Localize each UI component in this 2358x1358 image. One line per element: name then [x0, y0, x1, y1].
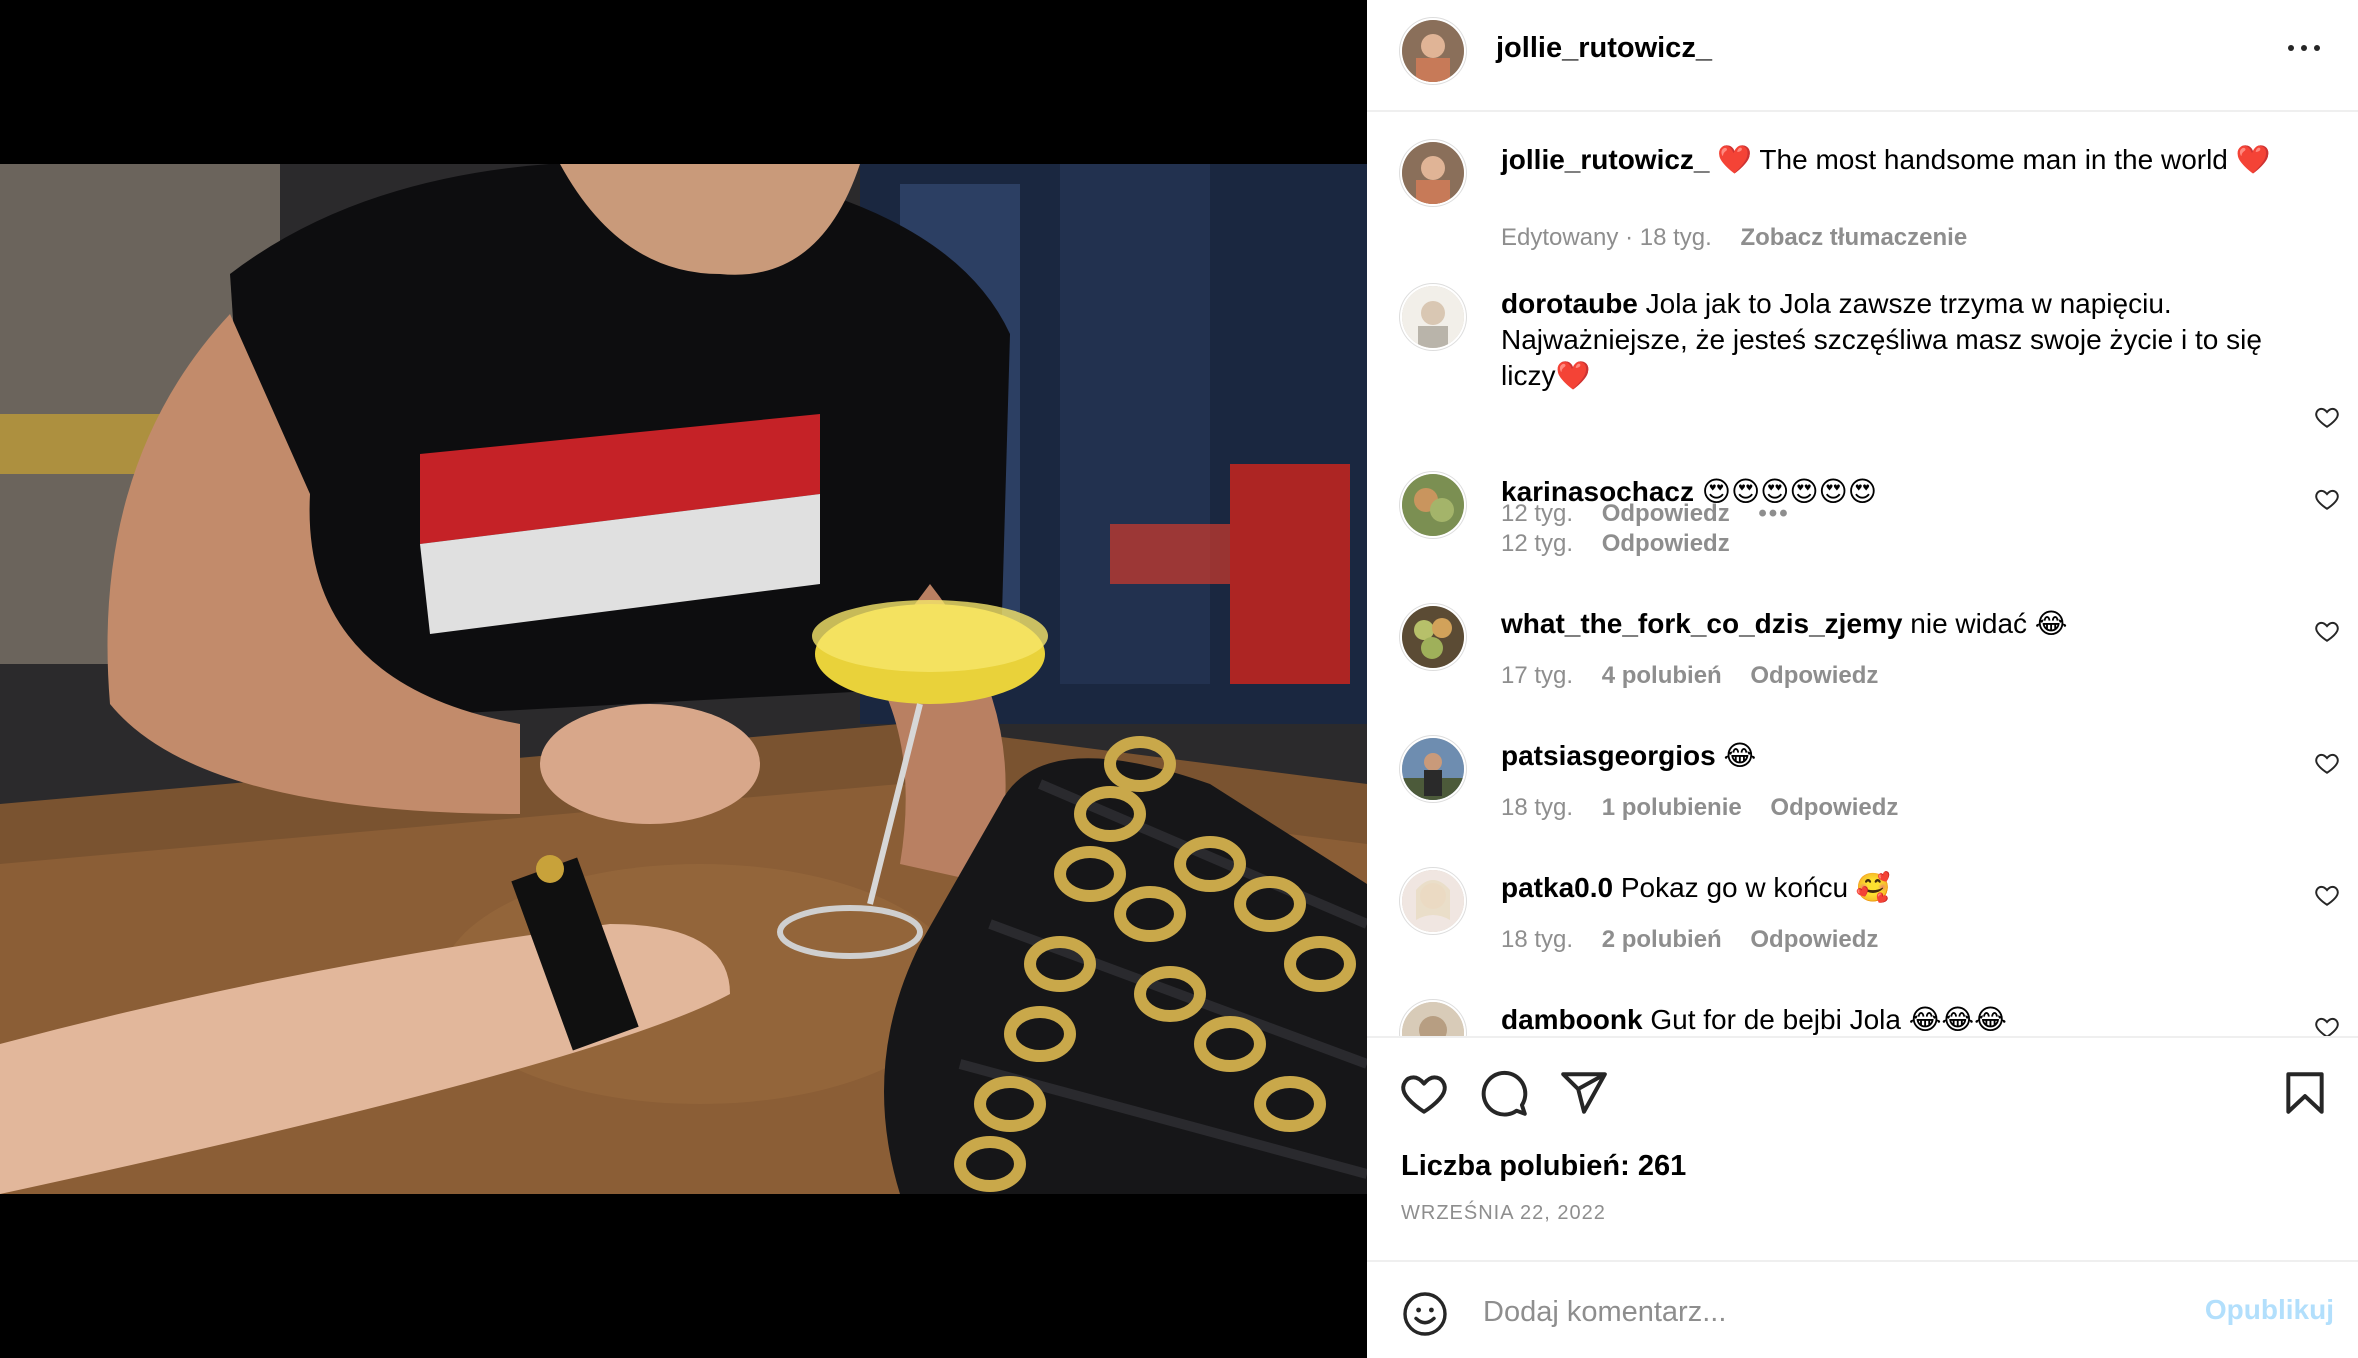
comment-like-heart-icon[interactable] [2314, 750, 2340, 776]
comment-text: patka0.0 Pokaz go w końcu 🥰 [1501, 870, 2301, 906]
smiley-icon[interactable] [1401, 1290, 1449, 1338]
commenter-avatar[interactable] [1402, 606, 1464, 668]
reply-button[interactable]: Odpowiedz [1750, 926, 1878, 953]
post-photo[interactable] [0, 164, 1367, 1194]
reply-button[interactable]: Odpowiedz [1602, 530, 1730, 557]
comment-like-heart-icon[interactable] [2314, 618, 2340, 644]
post-actions: Liczba polubień: 261 WRZEŚNIA 22, 2022 [1367, 1036, 2358, 1261]
author-avatar[interactable] [1402, 20, 1464, 82]
author-username[interactable]: jollie_rutowicz_ [1496, 32, 1712, 65]
see-translation-link[interactable]: Zobacz tłumaczenie [1740, 224, 1967, 251]
comment-meta: 17 tyg. 4 polubień Odpowiedz [1501, 662, 1900, 690]
commenter-username[interactable]: patka0.0 [1501, 872, 1613, 903]
reply-button[interactable]: Odpowiedz [1770, 794, 1898, 821]
commenter-avatar[interactable] [1402, 1002, 1464, 1036]
comment-input[interactable] [1481, 1286, 2175, 1338]
publish-button[interactable]: Opublikuj [2205, 1294, 2334, 1326]
post-date[interactable]: WRZEŚNIA 22, 2022 [1401, 1202, 1606, 1225]
comment-text: patsiasgeorgios 😂 [1501, 738, 2301, 774]
comment-body: nie widać 😂 [1902, 608, 2068, 639]
comment-meta: 18 tyg. 2 polubień Odpowiedz [1501, 926, 1900, 954]
post-photo-illustration [0, 164, 1367, 1194]
commenter-avatar[interactable] [1402, 870, 1464, 932]
comment-like-heart-icon[interactable] [2314, 882, 2340, 908]
comment-meta: 12 tyg. Odpowiedz [1501, 530, 1752, 558]
commenter-username[interactable]: dorotaube [1501, 288, 1638, 319]
commenter-username[interactable]: patsiasgeorgios [1501, 740, 1716, 771]
comment-icon[interactable] [1479, 1068, 1529, 1118]
likes-count[interactable]: Liczba polubień: 261 [1401, 1150, 1686, 1183]
comment-time: 17 tyg. [1501, 662, 1574, 689]
comment-time: 18 tyg. [1501, 794, 1574, 821]
commenter-username[interactable]: what_the_fork_co_dzis_zjemy [1501, 608, 1903, 639]
caption-author-avatar[interactable] [1402, 142, 1464, 204]
bookmark-icon[interactable] [2280, 1068, 2330, 1118]
post-media [0, 0, 1367, 1358]
comment-body: 😂 [1715, 740, 1757, 771]
comment-text: damboonk Gut for de bejbi Jola 😂😂😂 [1501, 1002, 2301, 1036]
comment-time: 12 tyg. [1501, 530, 1574, 557]
more-options-icon[interactable] [2288, 36, 2328, 60]
caption-body: The most handsome man in the world ❤️ [1752, 144, 2271, 175]
send-icon[interactable] [1559, 1068, 1609, 1118]
commenter-username[interactable]: damboonk [1501, 1004, 1643, 1035]
comment-text: what_the_fork_co_dzis_zjemy nie widać 😂 [1501, 606, 2301, 642]
comment-like-heart-icon[interactable] [2314, 404, 2340, 430]
heart-icon[interactable] [1399, 1068, 1449, 1118]
caption-edited-time: Edytowany · 18 tyg. [1501, 224, 1712, 251]
comment-time: 18 tyg. [1501, 926, 1574, 953]
comment-body: Pokaz go w końcu 🥰 [1613, 872, 1891, 903]
comment-likes-count[interactable]: 2 polubień [1602, 926, 1722, 953]
comment-like-heart-icon[interactable] [2314, 1014, 2340, 1036]
caption-username[interactable]: jollie_rutowicz_ [1501, 144, 1710, 175]
comment-text: dorotaube Jola jak to Jola zawsze trzyma… [1501, 286, 2301, 394]
comments-list[interactable]: jollie_rutowicz_ ❤️ The most handsome ma… [1367, 114, 2358, 1036]
comment-likes-count[interactable]: 1 polubienie [1602, 794, 1742, 821]
reply-button[interactable]: Odpowiedz [1750, 662, 1878, 689]
post-side-panel: jollie_rutowicz_ jollie_rutowicz_ ❤️ The… [1367, 0, 2358, 1358]
caption-meta: Edytowany · 18 tyg. Zobacz tłumaczenie [1501, 224, 1989, 252]
post-header: jollie_rutowicz_ [1367, 0, 2358, 112]
commenter-avatar[interactable] [1402, 738, 1464, 800]
caption-heart-emoji: ❤️ [1717, 144, 1753, 175]
comment-like-heart-icon[interactable] [2314, 486, 2340, 512]
add-comment-bar: Opublikuj [1367, 1260, 2358, 1358]
caption-text: jollie_rutowicz_ ❤️ The most handsome ma… [1501, 142, 2321, 178]
comment-body: Gut for de bejbi Jola 😂😂😂 [1642, 1004, 2007, 1035]
comment-body: 😍😍😍😍😍😍 [1694, 476, 1877, 507]
commenter-avatar[interactable] [1402, 286, 1464, 348]
commenter-username[interactable]: karinasochacz [1501, 476, 1694, 507]
comment-likes-count[interactable]: 4 polubień [1602, 662, 1722, 689]
comment-text: karinasochacz 😍😍😍😍😍😍 [1501, 474, 2301, 510]
comment-meta: 18 tyg. 1 polubienie Odpowiedz [1501, 794, 1920, 822]
commenter-avatar[interactable] [1402, 474, 1464, 536]
